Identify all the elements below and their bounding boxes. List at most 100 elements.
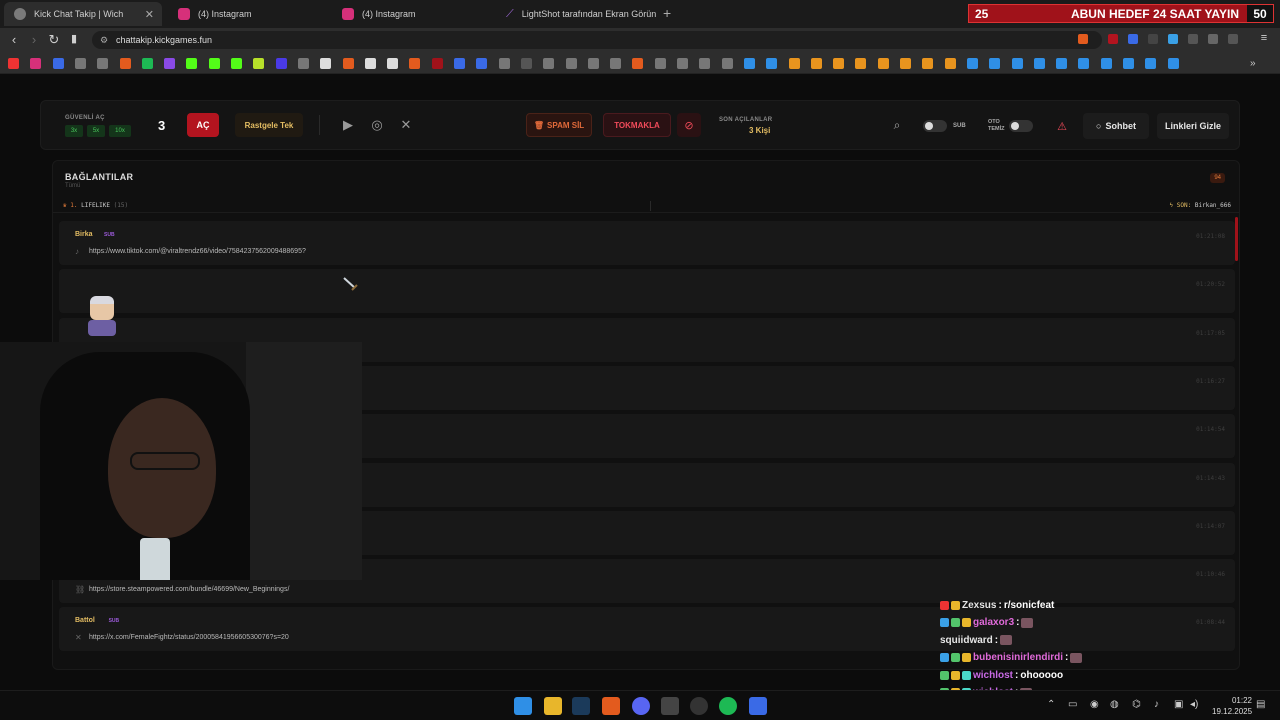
bookmark-favicon-icon[interactable] <box>922 58 934 69</box>
ban-icon[interactable]: ⊘ <box>677 113 701 137</box>
bookmark-favicon-icon[interactable] <box>1078 58 1090 69</box>
tray-app-icon[interactable]: ◉ <box>1090 699 1099 710</box>
bookmark-favicon-icon[interactable] <box>565 58 577 69</box>
settings-app-icon[interactable] <box>749 697 767 715</box>
link-username[interactable]: Battol <box>75 617 95 624</box>
bookmark-favicon-icon[interactable] <box>966 58 978 69</box>
ac-button[interactable]: AÇ <box>187 113 219 137</box>
tab-lightshot[interactable]: ⟋ LightShot tarafından Ekran Görüntüs <box>496 2 656 26</box>
bookmark-favicon-icon[interactable] <box>654 58 666 69</box>
tab-instagram-1[interactable]: (4) Instagram <box>168 2 328 26</box>
forward-icon[interactable]: › <box>26 32 42 47</box>
sub-toggle[interactable] <box>923 120 947 132</box>
bookmark-favicon-icon[interactable] <box>1100 58 1112 69</box>
extension-icon[interactable] <box>1128 34 1138 44</box>
multiplier-3x-button[interactable]: 3x <box>65 125 83 137</box>
bookmark-favicon-icon[interactable] <box>743 58 755 69</box>
bookmark-favicon-icon[interactable] <box>1056 58 1068 69</box>
bookmark-favicon-icon[interactable] <box>1011 58 1023 69</box>
system-clock[interactable]: 01:22 19.12.2025 <box>1212 695 1252 717</box>
instagram-icon[interactable]: ◎ <box>367 115 387 135</box>
sidebar-icon[interactable] <box>1228 34 1238 44</box>
bookmark-favicon-icon[interactable] <box>677 58 689 69</box>
bookmark-favicon-icon[interactable] <box>342 58 354 69</box>
bookmark-favicon-icon[interactable] <box>387 58 399 69</box>
obs-icon[interactable] <box>690 697 708 715</box>
bookmark-favicon-icon[interactable] <box>8 58 19 69</box>
steam-icon[interactable] <box>572 697 590 715</box>
bookmark-favicon-icon[interactable] <box>119 58 131 69</box>
brave-icon[interactable] <box>602 697 620 715</box>
link-row[interactable]: 01:20:52 <box>59 269 1235 314</box>
bookmark-favicon-icon[interactable] <box>944 58 956 69</box>
notification-icon[interactable]: ▤ <box>1256 699 1265 710</box>
bookmark-favicon-icon[interactable] <box>1033 58 1045 69</box>
youtube-icon[interactable]: ▶ <box>338 115 358 135</box>
extension-icon[interactable] <box>1148 34 1158 44</box>
bookmark-favicon-icon[interactable] <box>1123 58 1135 69</box>
extension-icon[interactable] <box>1168 34 1178 44</box>
chevron-up-icon[interactable]: ⌃ <box>1047 699 1055 710</box>
scrollbar[interactable] <box>1235 217 1238 261</box>
bookmark-favicon-icon[interactable] <box>275 58 287 69</box>
tokmakla-button[interactable]: TOKMAKLA <box>603 113 671 137</box>
reload-icon[interactable]: ↻ <box>46 32 62 48</box>
bookmark-favicon-icon[interactable] <box>877 58 889 69</box>
link-url[interactable]: https://store.steampowered.com/bundle/46… <box>89 586 289 593</box>
link-row[interactable]: Birka SUB 01:21:08 ♪ https://www.tiktok.com/… <box>59 221 1235 265</box>
oto-temiz-toggle[interactable] <box>1009 120 1033 132</box>
link-url[interactable]: https://x.com/FemaleFightz/status/200058… <box>89 634 289 641</box>
url-field[interactable]: ⚙ chattakip.kickgames.fun <box>92 31 1102 49</box>
bookmark-favicon-icon[interactable] <box>231 58 243 69</box>
windows-start-icon[interactable] <box>514 697 532 715</box>
file-explorer-icon[interactable] <box>544 697 562 715</box>
ublock-icon[interactable] <box>1108 34 1118 44</box>
steam-tray-icon[interactable]: ◍ <box>1110 699 1119 710</box>
bookmark-favicon-icon[interactable] <box>431 58 443 69</box>
link-url[interactable]: https://www.tiktok.com/@viraltrendz66/vi… <box>89 248 306 255</box>
extension-icon[interactable] <box>1188 34 1198 44</box>
network-icon[interactable]: ⌬ <box>1132 699 1141 710</box>
display-icon[interactable]: ▣ <box>1174 699 1183 710</box>
bookmark-favicon-icon[interactable] <box>476 58 488 69</box>
bookmark-favicon-icon[interactable] <box>520 58 532 69</box>
bookmark-favicon-icon[interactable] <box>833 58 845 69</box>
menu-icon[interactable]: ≡ <box>1256 32 1272 44</box>
bookmarks-overflow-icon[interactable]: » <box>1250 58 1261 69</box>
linkleri-gizle-button[interactable]: Linkleri Gizle <box>1157 113 1229 139</box>
bookmark-favicon-icon[interactable] <box>30 58 42 69</box>
tab-kick-chat-takip[interactable]: Kick Chat Takip | Wich ✕ <box>4 2 162 26</box>
bookmark-favicon-icon[interactable] <box>788 58 800 69</box>
bookmark-favicon-icon[interactable] <box>454 58 466 69</box>
bookmark-favicon-icon[interactable] <box>610 58 622 69</box>
discord-icon[interactable] <box>632 697 650 715</box>
bookmark-favicon-icon[interactable] <box>364 58 376 69</box>
warning-icon[interactable]: ⚠ <box>1051 115 1073 137</box>
brave-shield-icon[interactable] <box>1078 34 1088 44</box>
bookmark-favicon-icon[interactable] <box>989 58 1001 69</box>
bookmark-favicon-icon[interactable] <box>409 58 421 69</box>
bookmark-favicon-icon[interactable] <box>855 58 867 69</box>
bookmark-favicon-icon[interactable] <box>766 58 778 69</box>
bookmark-favicon-icon[interactable] <box>208 58 220 69</box>
bookmark-favicon-icon[interactable] <box>810 58 822 69</box>
spam-sil-button[interactable]: 🗑 SPAM SİL <box>526 113 592 137</box>
bookmark-favicon-icon[interactable] <box>74 58 86 69</box>
bookmark-favicon-icon[interactable] <box>1167 58 1179 69</box>
site-info-icon[interactable]: ⚙ <box>100 31 108 49</box>
bookmark-favicon-icon[interactable] <box>721 58 733 69</box>
microphone-icon[interactable]: ♪ <box>1154 699 1159 710</box>
tab-instagram-2[interactable]: (4) Instagram <box>332 2 492 26</box>
bookmark-favicon-icon[interactable] <box>900 58 912 69</box>
bookmark-favicon-icon[interactable] <box>632 58 644 69</box>
spotify-icon[interactable] <box>719 697 737 715</box>
puzzle-icon[interactable] <box>1208 34 1218 44</box>
bookmark-favicon-icon[interactable] <box>52 58 64 69</box>
close-icon[interactable]: ✕ <box>145 8 154 21</box>
volume-icon[interactable]: ◂) <box>1190 699 1198 710</box>
bookmark-favicon-icon[interactable] <box>97 58 109 69</box>
bookmark-favicon-icon[interactable] <box>1145 58 1157 69</box>
link-username[interactable]: Birka <box>75 231 93 238</box>
bookmark-favicon-icon[interactable] <box>587 58 599 69</box>
multiplier-5x-button[interactable]: 5x <box>87 125 105 137</box>
